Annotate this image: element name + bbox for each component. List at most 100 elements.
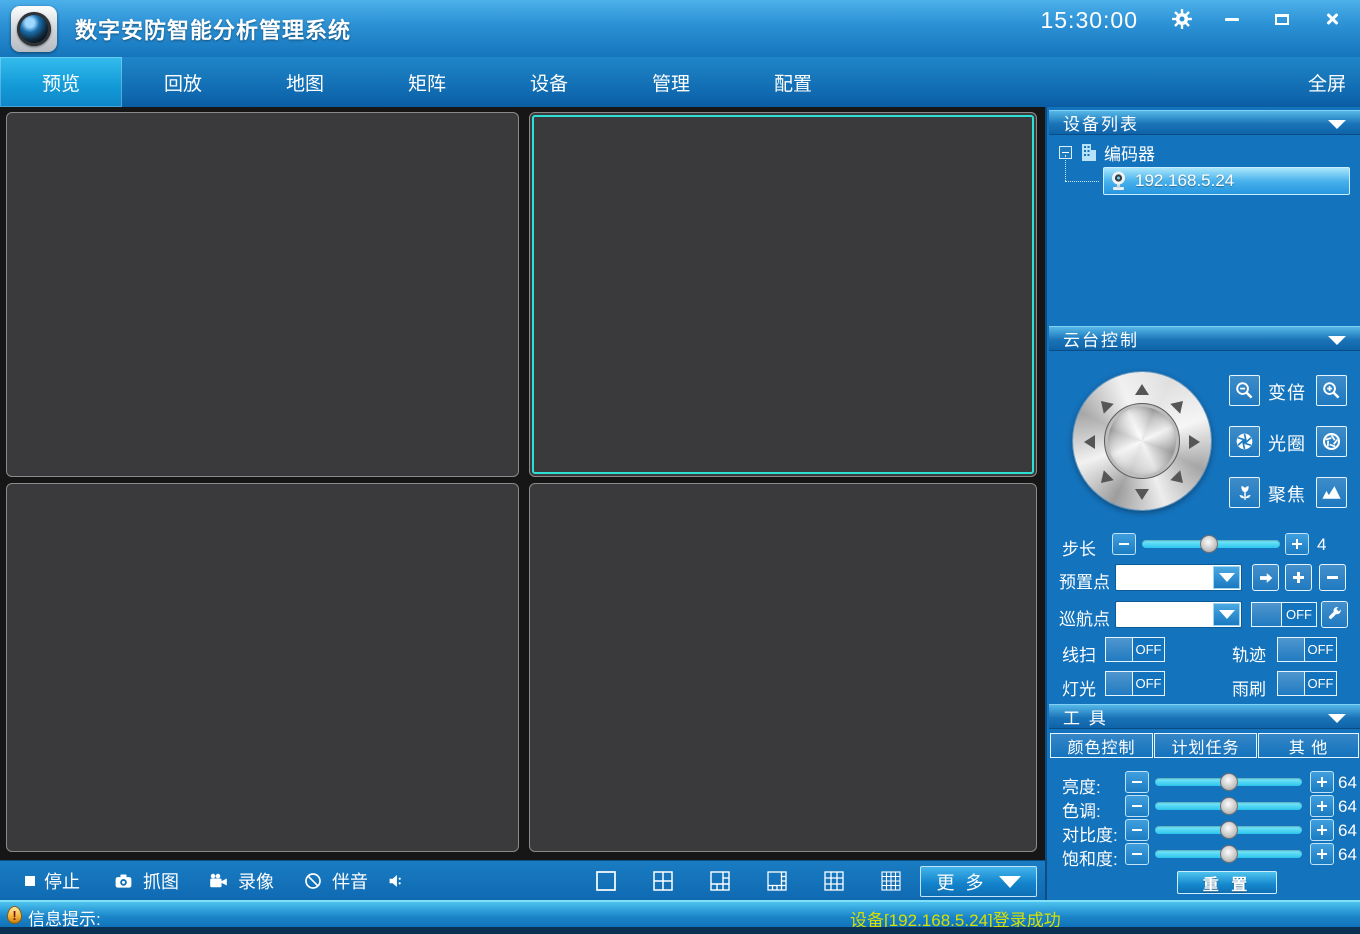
saturation-plus-button[interactable] [1310, 843, 1334, 865]
ptz-arrow-right-icon[interactable] [1188, 435, 1200, 449]
dropdown-caret-icon[interactable] [1213, 603, 1240, 626]
ptz-arrow-upright-icon[interactable] [1170, 396, 1188, 414]
step-slider[interactable] [1142, 540, 1280, 548]
focus-near-button[interactable] [1229, 477, 1260, 508]
magnifier-minus-icon [1233, 379, 1256, 402]
iris-close-button[interactable] [1229, 426, 1260, 457]
tab-matrix[interactable]: 矩阵 [366, 57, 488, 107]
step-slider-thumb[interactable] [1200, 535, 1218, 553]
ptz-joystick[interactable] [1073, 372, 1211, 510]
ptz-arrow-left-icon[interactable] [1084, 435, 1096, 449]
cruise-dropdown[interactable] [1115, 601, 1242, 628]
ptz-joystick-knob[interactable] [1104, 403, 1180, 479]
layout-6-icon[interactable] [709, 870, 731, 892]
linescan-toggle[interactable]: OFF [1105, 637, 1165, 662]
layout-16-icon[interactable] [880, 870, 902, 892]
tree-node-device-selected[interactable]: 192.168.5.24 [1103, 167, 1350, 195]
video-panel-4[interactable] [529, 483, 1037, 852]
step-plus-button[interactable] [1285, 533, 1309, 555]
slider-thumb[interactable] [1220, 845, 1238, 863]
zoom-in-button[interactable] [1316, 375, 1347, 406]
more-button[interactable]: 更 多 [920, 866, 1037, 897]
tree-collapse-icon[interactable] [1059, 146, 1072, 159]
audio-button[interactable]: 伴音 [303, 861, 368, 901]
tab-schedule-task[interactable]: 计划任务 [1154, 733, 1257, 758]
tools-header[interactable]: 工 具 [1049, 704, 1360, 729]
minus-icon [1132, 853, 1142, 855]
device-list-header[interactable]: 设备列表 [1049, 110, 1360, 135]
layout-9-icon[interactable] [823, 870, 845, 892]
step-minus-button[interactable] [1112, 533, 1136, 555]
dropdown-caret-icon[interactable] [1213, 566, 1240, 589]
fullscreen-button[interactable]: 全屏 [1308, 57, 1346, 107]
close-button[interactable] [1320, 7, 1344, 31]
wiper-toggle[interactable]: OFF [1277, 671, 1337, 696]
contrast-plus-button[interactable] [1310, 819, 1334, 841]
preset-add-button[interactable] [1285, 564, 1312, 591]
minus-icon [1132, 829, 1142, 831]
slider-thumb[interactable] [1220, 797, 1238, 815]
settings-gear-icon[interactable] [1170, 7, 1194, 31]
arrow-right-icon [1257, 569, 1275, 587]
iris-open-button[interactable] [1316, 426, 1347, 457]
tree-node-encoder[interactable]: 编码器 [1059, 140, 1155, 165]
minimize-button[interactable] [1220, 7, 1244, 31]
tab-playback[interactable]: 回放 [122, 57, 244, 107]
tab-other[interactable]: 其 他 [1258, 733, 1359, 758]
stop-button[interactable]: 停止 [25, 861, 80, 901]
snapshot-button[interactable]: 抓图 [113, 861, 179, 901]
zoom-out-button[interactable] [1229, 375, 1260, 406]
hue-plus-button[interactable] [1310, 795, 1334, 817]
tab-color-control[interactable]: 颜色控制 [1050, 733, 1153, 758]
saturation-value: 64 [1338, 845, 1357, 865]
slider-thumb[interactable] [1220, 773, 1238, 791]
layout-1-icon[interactable] [595, 870, 617, 892]
brightness-slider[interactable] [1155, 778, 1302, 786]
saturation-minus-button[interactable] [1125, 843, 1149, 865]
saturation-slider[interactable] [1155, 850, 1302, 858]
cruise-settings-button[interactable] [1321, 601, 1348, 628]
ptz-arrow-downleft-icon[interactable] [1096, 470, 1114, 488]
tab-manage[interactable]: 管理 [610, 57, 732, 107]
volume-button[interactable] [385, 861, 407, 901]
brightness-minus-button[interactable] [1125, 771, 1149, 793]
collapse-caret-icon[interactable] [1328, 120, 1346, 129]
hue-slider[interactable] [1155, 802, 1302, 810]
tab-device[interactable]: 设备 [488, 57, 610, 107]
preset-delete-button[interactable] [1319, 564, 1346, 591]
tab-config[interactable]: 配置 [732, 57, 854, 107]
light-toggle[interactable]: OFF [1105, 671, 1165, 696]
video-panel-3[interactable] [6, 483, 519, 852]
audio-label: 伴音 [332, 868, 368, 894]
focus-far-button[interactable] [1316, 477, 1347, 508]
layout-8-icon[interactable] [766, 870, 788, 892]
collapse-caret-icon[interactable] [1328, 714, 1346, 723]
ptz-arrow-up-icon[interactable] [1135, 384, 1149, 396]
reset-button[interactable]: 重 置 [1177, 871, 1277, 894]
brightness-plus-button[interactable] [1310, 771, 1334, 793]
ptz-header[interactable]: 云台控制 [1049, 326, 1360, 351]
collapse-caret-icon[interactable] [1328, 336, 1346, 345]
slider-thumb[interactable] [1220, 821, 1238, 839]
ptz-arrow-downright-icon[interactable] [1170, 470, 1188, 488]
contrast-minus-button[interactable] [1125, 819, 1149, 841]
ptz-arrow-down-icon[interactable] [1135, 488, 1149, 500]
toggle-knob [1278, 672, 1305, 695]
tab-preview[interactable]: 预览 [0, 57, 122, 107]
contrast-slider[interactable] [1155, 826, 1302, 834]
cruise-toggle[interactable]: OFF [1251, 602, 1317, 627]
video-panel-1[interactable] [6, 112, 519, 477]
flower-macro-icon [1234, 482, 1256, 504]
preset-goto-button[interactable] [1252, 564, 1279, 591]
video-panel-2-selected[interactable] [529, 112, 1037, 477]
track-toggle[interactable]: OFF [1277, 637, 1337, 662]
maximize-button[interactable] [1270, 7, 1294, 31]
hue-minus-button[interactable] [1125, 795, 1149, 817]
tab-map[interactable]: 地图 [244, 57, 366, 107]
record-button[interactable]: 录像 [208, 861, 274, 901]
tree-guide [1065, 181, 1099, 182]
layout-4-icon[interactable] [652, 870, 674, 892]
preset-dropdown[interactable] [1115, 564, 1242, 591]
ptz-arrow-upleft-icon[interactable] [1096, 396, 1114, 414]
wiper-label: 雨刷 [1232, 675, 1266, 700]
